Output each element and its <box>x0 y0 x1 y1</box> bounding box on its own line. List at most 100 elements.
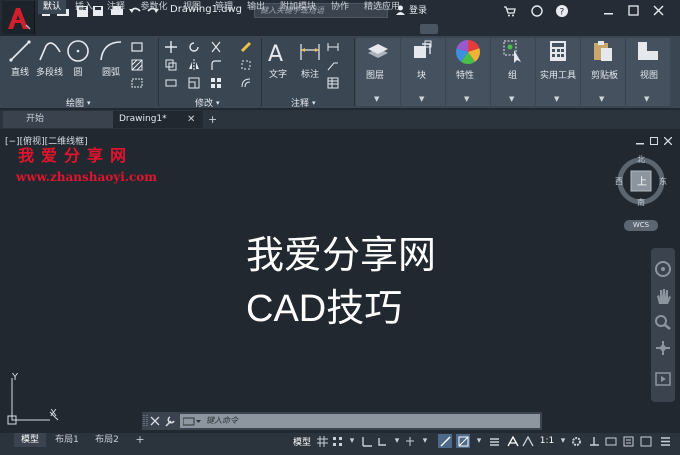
tab-default[interactable]: 默认 <box>38 0 66 14</box>
properties-panel[interactable]: 特性 ▼ <box>446 38 490 106</box>
customize-wrench-icon[interactable] <box>164 415 176 427</box>
offset-icon[interactable] <box>240 77 252 89</box>
block-panel[interactable]: 块 ▼ <box>401 38 445 106</box>
tab-featured-apps[interactable]: 精选应用 <box>358 0 406 14</box>
draw-panel-label[interactable]: 绘图 ▾ <box>66 96 91 110</box>
vp-close-icon[interactable] <box>664 137 672 145</box>
tab-addins[interactable]: 附加模块 <box>274 0 322 14</box>
command-input[interactable]: 键入命令 <box>180 414 540 428</box>
polar-tracking-icon[interactable] <box>403 434 417 448</box>
gradient-icon[interactable] <box>131 77 143 89</box>
ribbon-toggle-button[interactable] <box>420 24 438 34</box>
isometric-drafting-icon[interactable] <box>438 434 452 448</box>
explode-icon[interactable] <box>240 59 252 71</box>
vp-minimize-icon[interactable] <box>636 137 644 145</box>
stretch-icon[interactable] <box>165 77 177 89</box>
circle-button[interactable]: 圆 <box>66 40 90 78</box>
polyline-button[interactable]: 多段线 <box>36 40 63 78</box>
chevron-down-icon[interactable]: ▾ <box>556 434 570 448</box>
tab-insert[interactable]: 插入 <box>70 0 98 14</box>
dimension-button[interactable]: 标注 <box>298 40 322 80</box>
erase-icon[interactable] <box>240 41 252 53</box>
add-tab-icon[interactable]: + <box>208 111 217 128</box>
snap-mode-icon[interactable] <box>330 434 344 448</box>
pan-hand-icon[interactable] <box>655 288 671 306</box>
drawing-text-line2[interactable]: CAD技巧 <box>246 277 402 332</box>
array-icon[interactable] <box>210 77 222 89</box>
viewcube-top-face[interactable]: 上 <box>637 173 647 188</box>
chevron-down-icon[interactable]: ▾ <box>418 434 432 448</box>
text-button[interactable]: A 文字 <box>267 40 289 80</box>
orbit-icon[interactable] <box>655 340 671 356</box>
lineweight-icon[interactable] <box>487 434 501 448</box>
model-space-button[interactable]: 模型 <box>291 434 313 448</box>
annotation-panel-label[interactable]: 注释 ▾ <box>291 96 316 110</box>
infer-constraints-icon[interactable] <box>360 434 374 448</box>
annotation-visibility-icon[interactable] <box>506 434 520 448</box>
tab-collaborate[interactable]: 协作 <box>326 0 354 14</box>
compass-south[interactable]: 南 <box>637 197 645 208</box>
close-icon[interactable] <box>653 3 665 17</box>
close-tab-icon[interactable]: ✕ <box>187 111 195 128</box>
rectangle-icon[interactable] <box>131 41 143 53</box>
help-icon[interactable]: ? <box>555 4 569 18</box>
table-icon[interactable] <box>327 77 339 89</box>
add-layout-icon[interactable]: + <box>132 433 148 447</box>
utilities-panel[interactable]: 实用工具 ▼ <box>536 38 580 106</box>
chevron-down-icon[interactable]: ▾ <box>345 434 359 448</box>
recent-commands-icon[interactable] <box>183 417 201 426</box>
chevron-down-icon[interactable]: ▾ <box>390 434 404 448</box>
copy-icon[interactable] <box>165 59 177 71</box>
tab-view[interactable]: 视图 <box>178 0 206 14</box>
hatch-icon[interactable] <box>131 59 143 71</box>
application-menu-button[interactable] <box>2 1 35 34</box>
layout-tab-model[interactable]: 模型 <box>14 433 46 447</box>
leader-icon[interactable] <box>327 59 339 71</box>
exchange-icon[interactable] <box>530 4 544 18</box>
arc-button[interactable]: 圆弧 <box>99 40 123 78</box>
grid-icon[interactable] <box>315 434 329 448</box>
workspace-gear-icon[interactable] <box>569 434 583 448</box>
ortho-icon[interactable] <box>375 434 389 448</box>
tab-output[interactable]: 输出 <box>242 0 270 14</box>
wcs-menu[interactable]: WCS <box>624 220 658 231</box>
layout-tab-layout1[interactable]: 布局1 <box>50 433 84 447</box>
showmotion-icon[interactable] <box>655 372 671 386</box>
scale-icon[interactable] <box>188 77 200 89</box>
zoom-icon[interactable] <box>654 314 672 330</box>
viewcube[interactable]: 上 北 南 西 东 <box>615 154 667 208</box>
minimize-icon[interactable] <box>603 3 615 17</box>
grip-icon[interactable] <box>143 414 149 428</box>
groups-panel[interactable]: 组 ▼ <box>491 38 535 106</box>
layout-tab-layout2[interactable]: 布局2 <box>89 433 125 447</box>
customize-menu-icon[interactable] <box>658 434 672 448</box>
clipboard-panel[interactable]: 剪贴板 ▼ <box>581 38 625 106</box>
close-command-icon[interactable] <box>150 416 160 426</box>
tab-parametric[interactable]: 参数化 <box>134 0 174 14</box>
compass-east[interactable]: 东 <box>659 176 667 187</box>
tab-annotate[interactable]: 注释 <box>102 0 130 14</box>
quick-properties-icon[interactable] <box>621 434 635 448</box>
drawing-text-line1[interactable]: 我爱分享网 <box>246 224 436 279</box>
annotation-scale[interactable]: 1:1 <box>538 434 556 448</box>
rotate-icon[interactable] <box>188 41 200 53</box>
annotation-monitor-icon[interactable] <box>587 434 601 448</box>
trim-icon[interactable] <box>210 41 222 53</box>
clean-screen-icon[interactable] <box>639 434 653 448</box>
line-button[interactable]: 直线 <box>9 40 31 78</box>
tab-manage[interactable]: 管理 <box>210 0 238 14</box>
compass-west[interactable]: 西 <box>615 176 623 187</box>
restore-icon[interactable] <box>628 3 640 17</box>
object-snap-tracking-icon[interactable] <box>456 434 470 448</box>
chevron-down-icon[interactable]: ▾ <box>472 434 486 448</box>
cart-icon[interactable] <box>503 4 517 18</box>
mirror-icon[interactable] <box>188 59 200 71</box>
modify-panel-label[interactable]: 修改 ▾ <box>195 96 220 110</box>
fillet-icon[interactable] <box>210 59 222 71</box>
view-panel[interactable]: 视图 ▼ <box>626 38 670 106</box>
move-icon[interactable] <box>165 41 177 53</box>
layers-panel[interactable]: 图层 ▼ <box>356 38 400 106</box>
compass-north[interactable]: 北 <box>637 154 645 165</box>
linear-dim-icon[interactable] <box>327 41 339 53</box>
steering-wheel-icon[interactable] <box>654 260 672 278</box>
